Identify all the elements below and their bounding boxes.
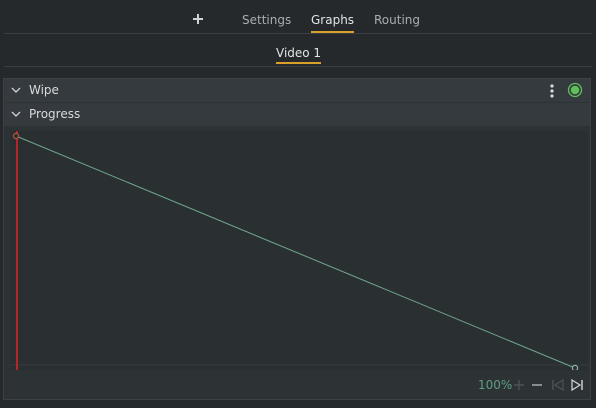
zoom-level: 100% <box>478 378 513 392</box>
divider <box>4 66 592 67</box>
keyframe-handle[interactable] <box>12 132 20 140</box>
section-label: Progress <box>29 107 81 121</box>
graph-footer: 100% <box>4 372 590 399</box>
zoom-in-icon[interactable] <box>512 378 526 392</box>
tab-graphs[interactable]: Graphs <box>311 12 355 33</box>
subtab-label: Video 1 <box>276 46 322 60</box>
divider <box>4 33 592 34</box>
subtab-video-1[interactable]: Video 1 <box>276 46 322 64</box>
section-header-progress[interactable]: Progress <box>4 103 590 126</box>
next-keyframe-icon[interactable] <box>570 378 584 392</box>
zoom-out-icon[interactable] <box>530 378 544 392</box>
active-subtab-indicator <box>276 62 322 64</box>
effect-enabled-toggle-icon[interactable] <box>567 82 583 98</box>
progress-curve[interactable] <box>15 135 576 369</box>
chevron-down-icon[interactable] <box>11 86 21 94</box>
keyframe-graph[interactable] <box>10 131 588 372</box>
section-header-wipe[interactable]: Wipe <box>4 79 590 102</box>
tab-settings[interactable]: Settings <box>242 12 291 28</box>
add-tab-icon[interactable] <box>190 11 206 27</box>
more-vertical-icon[interactable] <box>549 83 555 99</box>
top-tab-bar: Settings Graphs Routing <box>0 0 596 33</box>
previous-keyframe-icon[interactable] <box>551 378 565 392</box>
keyframe-graph-canvas[interactable] <box>10 131 588 372</box>
effect-panel: Wipe Progress 100% <box>3 78 591 400</box>
tab-graphs-label: Graphs <box>311 13 355 27</box>
tab-routing[interactable]: Routing <box>374 12 420 28</box>
keyframe-handle[interactable] <box>571 364 579 372</box>
section-label: Wipe <box>29 83 59 97</box>
chevron-down-icon[interactable] <box>11 110 21 118</box>
